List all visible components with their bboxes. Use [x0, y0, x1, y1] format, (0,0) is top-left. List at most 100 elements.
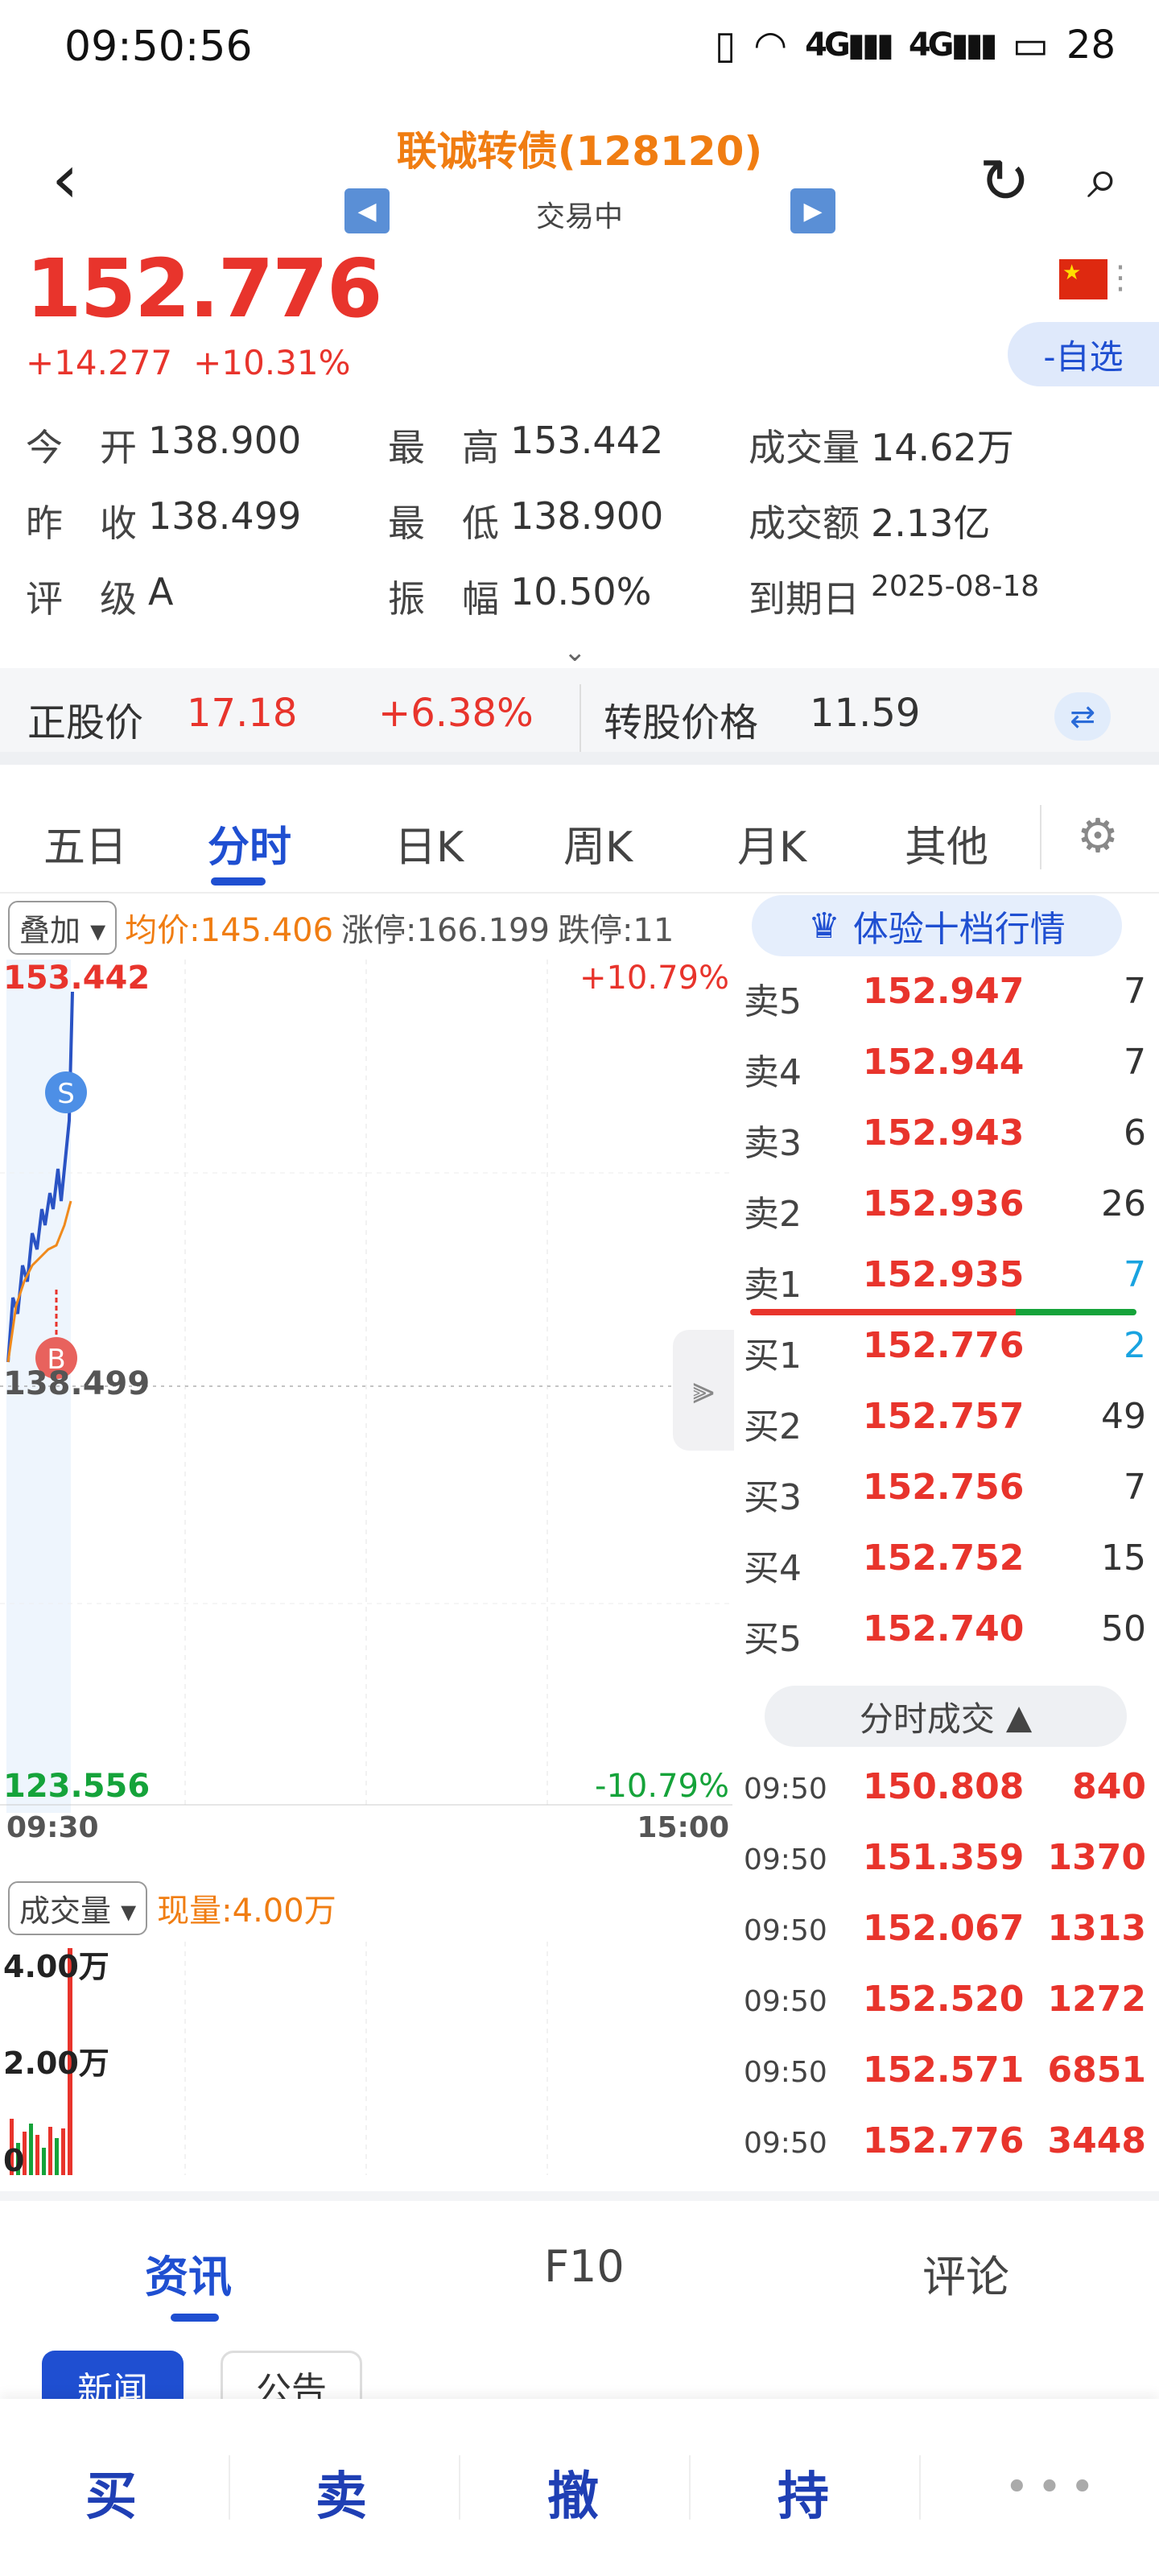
ask-row[interactable]: 卖5 152.947 7 [744, 956, 1146, 1027]
bid-row[interactable]: 买4 152.752 15 [744, 1523, 1146, 1594]
trade-volume: 1272 [1047, 1979, 1146, 2020]
status-icons: ▯ ◠ 4G▮▮▮ 4G▮▮▮ ▭ 28 [715, 23, 1116, 68]
price-plot[interactable]: S B 153.442 +10.79% 138.499 123.556 -10.… [0, 960, 732, 1844]
level-label: 卖4 [744, 1052, 802, 1093]
bid-row[interactable]: 买2 152.757 49 [744, 1381, 1146, 1452]
sell-button[interactable]: 卖 [316, 2455, 367, 2529]
level-qty: 6 [1124, 1113, 1146, 1154]
cancel-order-button[interactable]: 撤 [547, 2455, 599, 2529]
trade-price: 152.520 [863, 1979, 1025, 2020]
level-label: 卖5 [744, 981, 802, 1022]
tab-news-info[interactable]: 资讯 [145, 2241, 232, 2305]
x-end-label: 15:00 [637, 1811, 729, 1844]
chart-tabs: 五日 分时 日K 周K 月K 其他 ⚙ [0, 781, 1159, 894]
stat-label: 到期日 [749, 577, 860, 621]
expand-stats-icon[interactable]: ⌄ [563, 636, 587, 668]
bid-row[interactable]: 买1 152.776 2 [744, 1311, 1146, 1381]
last-price: 152.776 [26, 242, 382, 336]
trade-volume: 1370 [1047, 1837, 1146, 1878]
swap-icon[interactable]: ⇄ [1054, 692, 1111, 741]
y-high-label: 153.442 [3, 960, 151, 997]
overlay-select[interactable]: 叠加 ▾ [8, 900, 118, 955]
limit-up: 涨停:166.199 [341, 912, 550, 949]
vol-y-top: 4.00万 [3, 1949, 109, 1984]
battery-icon: ▭ [1012, 23, 1049, 68]
level-qty: 2 [1124, 1325, 1146, 1366]
stat-label: 评 级 [26, 577, 137, 621]
tab-weekly-k[interactable]: 周K [563, 813, 633, 873]
app-header: ‹ 联诚转债(128120) ◀ 交易中 ▶ ↻ ⌕ [0, 113, 1159, 250]
x-start-label: 09:30 [6, 1811, 99, 1844]
caret-up-icon: ▲ [1005, 1696, 1033, 1736]
conversion-label: 转股价格 [604, 700, 759, 745]
tab-f10[interactable]: F10 [544, 2241, 625, 2292]
level-price: 152.757 [863, 1396, 1025, 1437]
trade-time: 09:50 [744, 2056, 827, 2089]
trade-row: 09:50 152.520 1272 [744, 1966, 1146, 2037]
refresh-icon[interactable]: ↻ [979, 145, 1030, 217]
volume-select[interactable]: 成交量 ▾ [8, 1880, 148, 1935]
level-qty: 49 [1101, 1396, 1146, 1437]
intraday-chart: 叠加 ▾ 均价:145.406 涨停:166.199 跌停:11 S B 153… [0, 895, 732, 2191]
collapse-panel-handle-icon[interactable]: ⫸ [673, 1330, 734, 1451]
trade-time: 09:50 [744, 1843, 827, 1876]
level-label: 买5 [744, 1619, 802, 1660]
tab-five-day[interactable]: 五日 [43, 813, 127, 873]
sell-marker-text: S [57, 1078, 75, 1110]
stat-label: 最 低 [388, 502, 499, 545]
divider [919, 2455, 921, 2520]
level-label: 卖2 [744, 1194, 802, 1235]
level-price: 152.740 [863, 1608, 1025, 1649]
underlying-percent: +6.38% [378, 691, 534, 736]
ten-level-label: 体验十档行情 [852, 909, 1066, 950]
stat-label: 昨 收 [26, 502, 137, 545]
more-icon[interactable]: ••• [1004, 2463, 1103, 2512]
stat-value: 2025-08-18 [871, 570, 1040, 603]
stat-value: A [148, 570, 174, 613]
bid-row[interactable]: 买5 152.740 50 [744, 1594, 1146, 1665]
stat-value: 2.13亿 [871, 502, 991, 545]
ask-row[interactable]: 卖1 152.935 7 [744, 1240, 1146, 1311]
ask-row[interactable]: 卖4 152.944 7 [744, 1027, 1146, 1098]
change-percent: +10.31% [193, 343, 351, 382]
divider [1040, 805, 1041, 869]
positions-button[interactable]: 持 [777, 2455, 829, 2529]
stat-value: 14.62万 [871, 426, 1014, 469]
tab-other[interactable]: 其他 [905, 813, 988, 873]
tab-daily-k[interactable]: 日K [394, 813, 464, 873]
ask-row[interactable]: 卖2 152.936 26 [744, 1169, 1146, 1240]
tab-intraday[interactable]: 分时 [208, 813, 291, 873]
trade-row: 09:50 152.776 3448 [744, 2107, 1146, 2178]
ten-level-quote-button[interactable]: ♛ 体验十档行情 [752, 895, 1122, 956]
more-icon[interactable]: ⋮ [1104, 259, 1136, 296]
level-label: 买3 [744, 1477, 802, 1518]
divider [229, 2455, 230, 2520]
bid-row[interactable]: 买3 152.756 7 [744, 1452, 1146, 1523]
level-price: 152.756 [863, 1467, 1025, 1508]
time-sales-toggle[interactable]: 分时成交 ▲ [765, 1686, 1127, 1747]
tab-comments[interactable]: 评论 [922, 2241, 1009, 2305]
tab-monthly-k[interactable]: 月K [737, 813, 806, 873]
china-flag-icon: ★ [1059, 259, 1107, 299]
level-label: 买2 [744, 1406, 802, 1447]
trade-bar: 买 卖 撤 持 ••• [0, 2399, 1159, 2576]
search-icon[interactable]: ⌕ [1087, 145, 1119, 212]
remove-favorite-button[interactable]: -自选 [1008, 322, 1159, 386]
level-qty: 7 [1124, 1042, 1146, 1083]
buy-button[interactable]: 买 [85, 2455, 137, 2529]
next-stock-icon[interactable]: ▶ [790, 188, 835, 233]
stat-label: 成交量 [749, 426, 860, 469]
volume-plot[interactable]: 4.00万 2.00万 0 [0, 1942, 732, 2183]
trade-time: 09:50 [744, 1985, 827, 2018]
ask-row[interactable]: 卖3 152.943 6 [744, 1098, 1146, 1169]
level-price: 152.947 [863, 971, 1025, 1012]
volume-bar [42, 2148, 46, 2175]
y-low-label: 123.556 [3, 1768, 151, 1805]
trade-time: 09:50 [744, 2127, 827, 2160]
average-price: 均价:145.406 [125, 912, 334, 949]
y-high-pct: +10.79% [579, 960, 729, 997]
underlying-stock-bar[interactable]: 正股价 17.18 +6.38% 转股价格 11.59 ⇄ [0, 668, 1159, 765]
crown-icon: ♛ [808, 905, 840, 947]
gear-icon[interactable]: ⚙ [1077, 808, 1119, 863]
trade-price: 150.808 [863, 1766, 1025, 1807]
